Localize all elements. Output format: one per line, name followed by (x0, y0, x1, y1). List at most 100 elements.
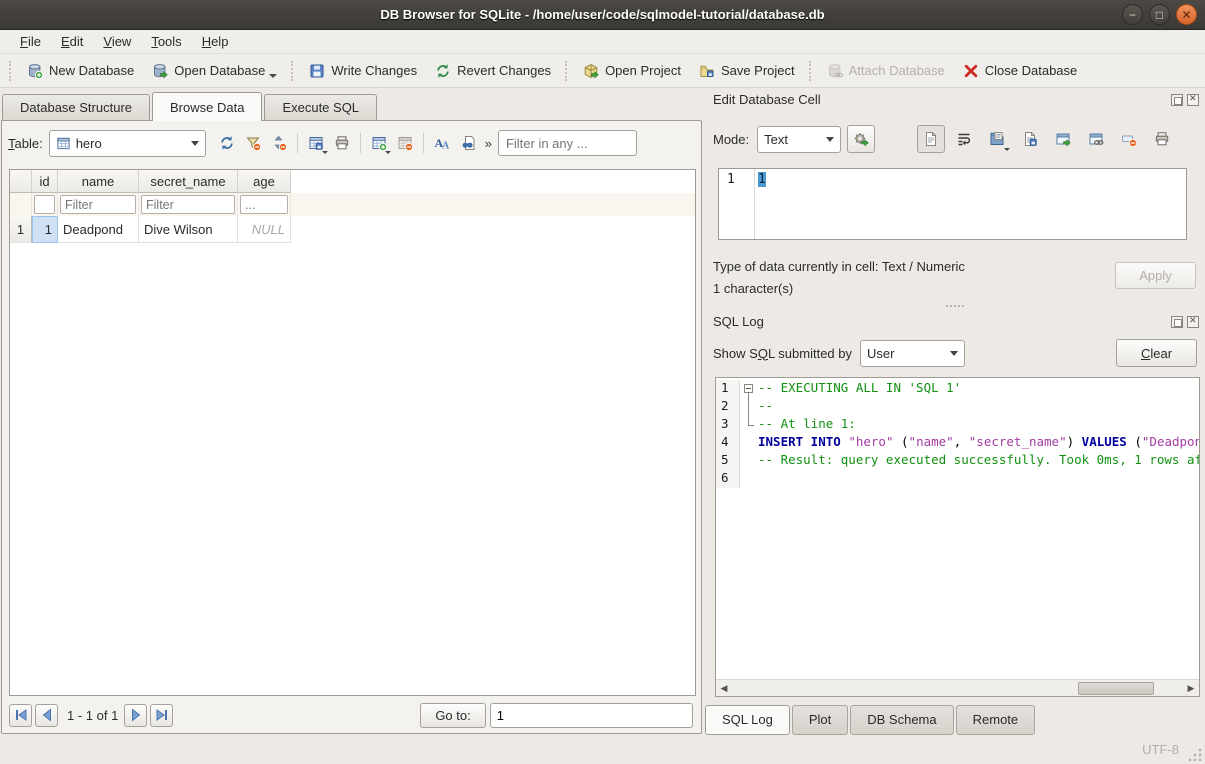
grid-cell-age[interactable]: NULL (238, 216, 291, 243)
write-changes-button[interactable]: Write Changes (300, 59, 426, 83)
last-page-button[interactable] (150, 704, 173, 727)
import-data-button[interactable] (983, 125, 1011, 153)
fold-marker-icon[interactable] (740, 380, 758, 398)
column-filter-input-name[interactable] (60, 195, 136, 214)
grid-header-row: idnamesecret_nameage (10, 170, 695, 193)
apply-button[interactable]: Apply (1115, 262, 1196, 289)
previous-page-button[interactable] (35, 704, 58, 727)
horizontal-scrollbar[interactable]: ◀ ▶ (716, 679, 1199, 696)
open-project-button[interactable]: Open Project (574, 59, 690, 83)
edit-cell-dock-header: Edit Database Cell (713, 92, 1205, 107)
menu-edit[interactable]: Edit (51, 32, 93, 51)
grid-cell-name[interactable]: Deadpond (58, 216, 139, 243)
word-wrap-button[interactable] (950, 125, 978, 153)
new-database-button[interactable]: New Database (18, 59, 143, 83)
text-mode-icon (923, 131, 939, 147)
close-database-button[interactable]: Close Database (954, 59, 1087, 83)
table-label: Table: (8, 136, 43, 151)
dock-float-icon[interactable] (1171, 94, 1183, 106)
sql-log-view[interactable]: 1-- EXECUTING ALL IN 'SQL 1'2--3-- At li… (715, 377, 1200, 697)
print-button[interactable] (1148, 125, 1176, 153)
font-button[interactable]: AA (429, 130, 455, 156)
menu-tools[interactable]: Tools (141, 32, 191, 51)
column-header-age[interactable]: age (238, 170, 291, 193)
cell-editor-content: 1 (758, 172, 766, 187)
scroll-left-icon[interactable]: ◀ (717, 682, 731, 695)
save-project-icon (699, 63, 715, 79)
menu-view[interactable]: View (93, 32, 141, 51)
cell-editor[interactable]: 1 1 (718, 168, 1187, 240)
grid-cell-id[interactable]: 1 (32, 216, 58, 243)
copy-link-icon (1088, 131, 1104, 147)
sql-code: -- At line 1: (758, 416, 1199, 434)
apply-settings-button[interactable] (847, 125, 875, 153)
dock-splitter-handle[interactable] (705, 302, 1205, 310)
menu-help[interactable]: Help (192, 32, 239, 51)
save-project-button[interactable]: Save Project (690, 59, 804, 83)
column-filter-input-age[interactable] (240, 195, 288, 214)
dock-tab-plot[interactable]: Plot (792, 705, 848, 735)
tab-database-structure[interactable]: Database Structure (2, 94, 150, 121)
dock-tab-sql-log[interactable]: SQL Log (705, 705, 790, 735)
dock-tab-db-schema[interactable]: DB Schema (850, 705, 953, 735)
scroll-right-icon[interactable]: ▶ (1184, 682, 1198, 695)
copy-link-button[interactable] (1082, 125, 1110, 153)
filter-any-column-input[interactable] (498, 130, 637, 156)
find-in-table-button[interactable] (455, 130, 481, 156)
close-button[interactable]: ✕ (1176, 4, 1197, 25)
mode-select[interactable]: Text (757, 126, 841, 153)
column-filter-input-id[interactable] (34, 195, 55, 214)
chevron-down-icon (826, 137, 834, 142)
set-null-button[interactable] (1115, 125, 1143, 153)
goto-button-label: Go to: (435, 708, 470, 723)
line-number: 3 (716, 416, 740, 434)
row-header[interactable]: 1 (10, 216, 32, 243)
open-database-button[interactable]: Open Database (143, 59, 286, 83)
export-table-button[interactable] (303, 130, 329, 156)
column-header-secret_name[interactable]: secret_name (139, 170, 238, 193)
toolbar-separator (423, 133, 424, 153)
clear-filters-button[interactable] (240, 130, 266, 156)
open-project-icon (583, 63, 599, 79)
sql-code: INSERT INTO "hero" ("name", "secret_name… (758, 434, 1199, 452)
refresh-button[interactable] (214, 130, 240, 156)
insert-record-button[interactable] (366, 130, 392, 156)
export-data-button[interactable] (1016, 125, 1044, 153)
toolbar-handle (9, 61, 13, 81)
minimize-button[interactable]: − (1122, 4, 1143, 25)
clear-log-button[interactable]: Clear (1116, 339, 1197, 367)
record-range-label: 1 - 1 of 1 (67, 708, 118, 723)
sql-log-line: 6 (716, 470, 1199, 488)
submitter-select[interactable]: User (860, 340, 965, 367)
goto-record-input[interactable] (490, 703, 693, 728)
column-header-id[interactable]: id (32, 170, 58, 193)
clear-sorting-button[interactable] (266, 130, 292, 156)
attach-database-button: Attach Database (818, 59, 954, 83)
dock-tab-remote[interactable]: Remote (956, 705, 1036, 735)
tab-execute-sql[interactable]: Execute SQL (264, 94, 377, 121)
text-mode-button[interactable] (917, 125, 945, 153)
table-select[interactable]: hero (49, 130, 206, 157)
scrollbar-thumb[interactable] (1078, 682, 1154, 695)
first-page-button[interactable] (9, 704, 32, 727)
submitter-select-value: User (867, 346, 894, 361)
menu-file[interactable]: File (10, 32, 51, 51)
dock-close-icon[interactable] (1187, 94, 1199, 106)
maximize-button[interactable]: □ (1149, 4, 1170, 25)
revert-changes-button[interactable]: Revert Changes (426, 59, 560, 83)
grid-cell-secret_name[interactable]: Dive Wilson (139, 216, 238, 243)
toolbar-overflow-chevron[interactable]: » (485, 136, 492, 151)
main-tab-bar: Database StructureBrowse DataExecute SQL (2, 90, 379, 121)
sql-log-line: 3 -- At line 1: (716, 416, 1199, 434)
tab-browse-data[interactable]: Browse Data (152, 92, 262, 121)
print-icon (1154, 131, 1170, 147)
column-header-name[interactable]: name (58, 170, 139, 193)
next-page-button[interactable] (124, 704, 147, 727)
goto-button[interactable]: Go to: (420, 703, 485, 728)
resize-grip[interactable] (1189, 748, 1202, 761)
dock-close-icon[interactable] (1187, 316, 1199, 328)
open-in-external-button[interactable] (1049, 125, 1077, 153)
dock-float-icon[interactable] (1171, 316, 1183, 328)
print-button[interactable] (329, 130, 355, 156)
column-filter-input-secret_name[interactable] (141, 195, 235, 214)
